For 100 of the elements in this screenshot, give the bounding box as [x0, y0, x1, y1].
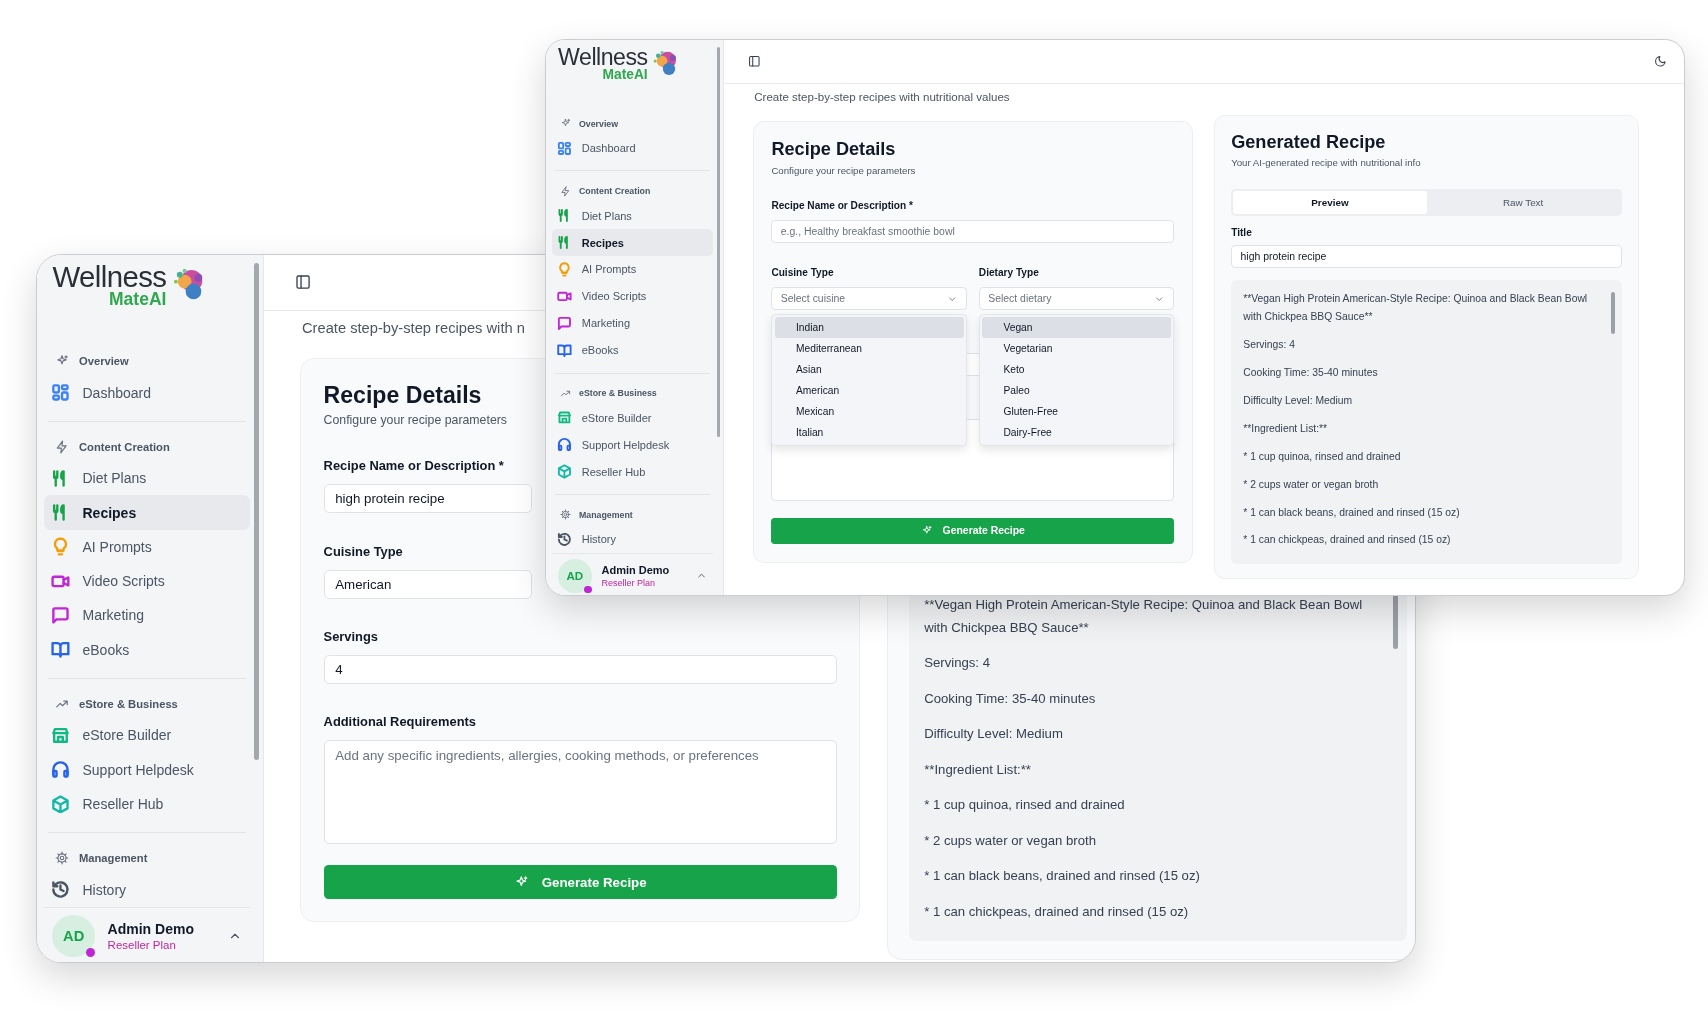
- sidebar-item[interactable]: Dashboard: [44, 375, 251, 410]
- sidebar-item[interactable]: Recipes: [551, 229, 714, 256]
- input-field[interactable]: high protein recipe: [1231, 245, 1622, 269]
- recipe-line: * 1 can chickpeas, drained and rinsed (15 oz): [1243, 533, 1452, 548]
- dropdown-option[interactable]: Paleo: [982, 379, 1171, 401]
- dropdown-option[interactable]: Mexican: [774, 400, 964, 422]
- sidebar-item[interactable]: Marketing: [551, 309, 714, 337]
- field-label: Dietary Type: [978, 266, 1039, 280]
- dropdown-option[interactable]: Indian: [774, 316, 964, 338]
- section-label: Management: [579, 509, 633, 520]
- sidebar-toggle-icon[interactable]: [294, 274, 311, 291]
- logo-text: Wellness: [558, 45, 648, 69]
- scrollbar[interactable]: [716, 46, 721, 438]
- tab[interactable]: Preview: [1233, 191, 1427, 214]
- dropdown-option[interactable]: Dairy-Free: [982, 421, 1171, 443]
- sidebar-item[interactable]: Reseller Hub: [44, 786, 251, 822]
- input-field[interactable]: 4: [323, 654, 837, 685]
- field-label: Recipe Name or Description *: [771, 199, 913, 213]
- sidebar-item[interactable]: eStore Builder: [44, 718, 251, 753]
- recipe-line: Servings: 4: [1243, 338, 1296, 353]
- sidebar-item[interactable]: Dashboard: [551, 134, 714, 162]
- section-label: eStore & Business: [79, 698, 178, 711]
- page-subtitle: Create step-by-step recipes with n: [302, 318, 525, 338]
- avatar: AD: [52, 914, 95, 958]
- field-label: Servings: [323, 628, 378, 645]
- logo-tagline: MateAI: [109, 290, 167, 309]
- recipe-line: **Ingredient List:**: [1243, 421, 1329, 436]
- sidebar-item[interactable]: History: [44, 872, 251, 907]
- scrollbar[interactable]: [1610, 292, 1616, 335]
- sidebar-item[interactable]: History: [551, 525, 714, 553]
- gear-icon: [55, 851, 70, 866]
- section-label: Content Creation: [579, 186, 651, 197]
- logo-tagline: MateAI: [602, 67, 648, 82]
- sidebar-item[interactable]: Support Helpdesk: [551, 431, 714, 459]
- sidebar-item[interactable]: Marketing: [44, 598, 251, 633]
- avatar: AD: [558, 559, 592, 593]
- card-title: Recipe Details: [323, 380, 482, 410]
- sidebar-item[interactable]: Diet Plans: [44, 461, 251, 496]
- recipe-line: **Vegan High Protein American-Style Recipe: Quinoa and Black Bean Bowl with Chickpea BBQ Sauce**: [924, 595, 1364, 637]
- scrollbar[interactable]: [254, 263, 260, 761]
- user-plan: Reseller Plan: [601, 577, 657, 588]
- user-plan: Reseller Plan: [107, 938, 177, 951]
- recipe-line: Servings: 4: [924, 654, 991, 673]
- select-field[interactable]: American: [323, 569, 533, 599]
- card-subtitle: Configure your recipe parameters: [323, 413, 507, 428]
- sidebar-item[interactable]: eBooks: [551, 336, 714, 364]
- lightning-icon: [55, 440, 70, 455]
- lightning-icon: [560, 185, 572, 197]
- sidebar-item[interactable]: Video Scripts: [551, 282, 714, 310]
- field-label: Cuisine Type: [323, 543, 403, 559]
- section-label: Overview: [579, 118, 619, 129]
- card-title: Generated Recipe: [1231, 130, 1386, 154]
- field-label: Recipe Name or Description *: [323, 458, 504, 474]
- recipe-line: Cooking Time: 35-40 minutes: [924, 689, 1097, 708]
- section-label: Overview: [79, 355, 129, 368]
- field-label: Additional Requirements: [323, 714, 476, 730]
- input-field[interactable]: high protein recipe: [323, 484, 533, 514]
- moon-icon[interactable]: [1653, 55, 1667, 68]
- sidebar-item[interactable]: Diet Plans: [551, 202, 714, 230]
- dropdown-option[interactable]: Vegan: [982, 316, 1171, 338]
- dropdown-option[interactable]: Mediterranean: [774, 337, 964, 359]
- gear-icon: [560, 509, 572, 521]
- sidebar-item[interactable]: AI Prompts: [44, 529, 251, 564]
- dropdown-option[interactable]: Italian: [774, 421, 964, 443]
- dropdown-option[interactable]: Gluten-Free: [982, 400, 1171, 422]
- user-panel[interactable]: AD Admin Demo Reseller Plan: [551, 552, 714, 595]
- recipe-line: * 1 can black beans, drained and rinsed (15 oz): [1243, 505, 1461, 520]
- sidebar-item[interactable]: Support Helpdesk: [44, 752, 251, 787]
- text-area[interactable]: Add any specific ingredients, allergies, cooking methods, or preferences: [323, 740, 837, 844]
- scrollbar[interactable]: [1392, 595, 1399, 649]
- dropdown-option[interactable]: American: [774, 379, 964, 401]
- tab[interactable]: Raw Text: [1426, 191, 1620, 214]
- section-label: Content Creation: [79, 441, 170, 454]
- user-name: Admin Demo: [107, 921, 195, 938]
- recipe-line: **Vegan High Protein American-Style Recipe: Quinoa and Black Bean Bowl with Chickpea BBQ Sauce**: [1243, 292, 1589, 325]
- dropdown-option[interactable]: Asian: [774, 358, 964, 380]
- sidebar-item[interactable]: Recipes: [44, 495, 251, 530]
- sidebar-item[interactable]: eBooks: [44, 632, 251, 667]
- dropdown-option[interactable]: Keto: [982, 358, 1171, 380]
- select-field[interactable]: Select cuisine: [771, 287, 967, 311]
- recipe-line: * 2 cups water or vegan broth: [1243, 477, 1380, 492]
- select-field[interactable]: Select dietary: [978, 287, 1175, 311]
- user-name: Admin Demo: [601, 564, 671, 577]
- sidebar-toggle-icon[interactable]: [748, 55, 761, 68]
- field-label: Cuisine Type: [771, 266, 834, 280]
- sidebar-item[interactable]: Reseller Hub: [551, 458, 714, 486]
- sidebar-item[interactable]: AI Prompts: [551, 256, 714, 283]
- sidebar-item[interactable]: eStore Builder: [551, 404, 714, 432]
- recipe-line: Cooking Time: 35-40 minutes: [1243, 366, 1379, 381]
- card-subtitle: Configure your recipe parameters: [771, 164, 916, 176]
- recipe-line: Difficulty Level: Medium: [924, 725, 1064, 744]
- page-subtitle: Create step-by-step recipes with nutritional values: [754, 90, 1010, 106]
- dropdown-option[interactable]: Vegetarian: [982, 337, 1171, 359]
- sidebar-item[interactable]: Video Scripts: [44, 563, 251, 599]
- input-field[interactable]: e.g., Healthy breakfast smoothie bowl: [771, 220, 1175, 244]
- recipe-line: * 1 cup quinoa, rinsed and drained: [924, 796, 1126, 815]
- recipe-line: * 2 cups water or vegan broth: [924, 831, 1098, 850]
- card-subtitle: Your AI-generated recipe with nutritional info: [1231, 157, 1421, 168]
- recipe-line: * 1 can chickpeas, drained and rinsed (15 oz): [924, 902, 1190, 921]
- user-panel[interactable]: AD Admin Demo Reseller Plan: [44, 906, 251, 962]
